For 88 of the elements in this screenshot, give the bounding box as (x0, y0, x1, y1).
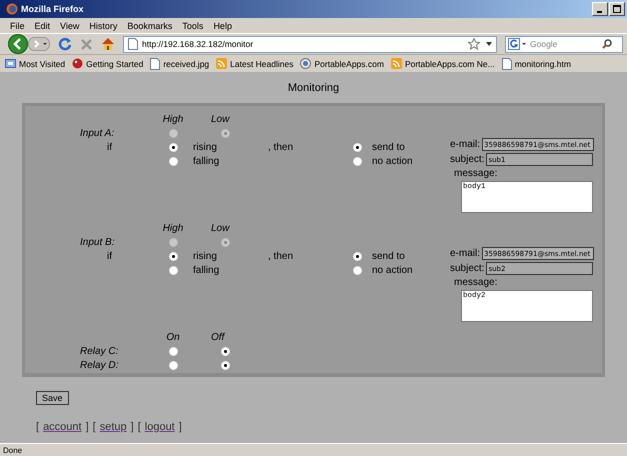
bracket: [ (138, 421, 141, 433)
bookmark-item[interactable]: Latest Headlines (216, 58, 294, 69)
bookmark-item[interactable]: PortableApps.com (300, 58, 384, 69)
radio-button[interactable] (352, 142, 362, 152)
bookmark-icon (72, 58, 84, 69)
option-label: send to (372, 142, 406, 152)
page-icon (128, 38, 138, 50)
bracket: ] (130, 421, 134, 433)
back-button[interactable] (8, 34, 28, 54)
window-title: Mozilla Firefox (21, 4, 85, 14)
bracket: ] (86, 421, 89, 433)
option-label: rising (193, 142, 218, 152)
reload-icon[interactable] (58, 37, 72, 51)
bookmark-item[interactable]: PortableApps.com Ne... (390, 58, 495, 69)
save-button[interactable]: Save (36, 391, 69, 405)
field-label: message: (453, 168, 498, 179)
radio-button[interactable] (168, 142, 178, 152)
column-header: Low (210, 222, 230, 234)
radio-button[interactable] (168, 266, 178, 274)
globe-icon (300, 58, 312, 69)
column-header: High (162, 222, 184, 234)
radio-button[interactable] (221, 346, 230, 356)
nav-link[interactable]: logout (144, 421, 175, 433)
bracket: ] (178, 421, 182, 433)
maximize-icon (613, 5, 621, 13)
option-label: send to (372, 250, 406, 262)
option-label: rising (193, 250, 218, 262)
folder-icon (5, 58, 16, 69)
bookmark-item[interactable]: monitoring.htm (502, 58, 571, 70)
radio-button[interactable] (168, 252, 178, 260)
star-icon[interactable] (468, 38, 480, 50)
firefox-logo-icon (6, 3, 18, 15)
option-label: no action (372, 156, 414, 166)
search-field[interactable]: Google (505, 36, 623, 52)
address-field[interactable]: http://192.168.32.182/monitor (123, 36, 497, 52)
menu-item[interactable]: History (89, 20, 118, 30)
radio-button[interactable] (221, 360, 230, 370)
radio-button[interactable] (352, 252, 362, 260)
input-label: Input A: (79, 128, 116, 138)
bracket: [ (36, 421, 40, 433)
minimize-button[interactable] (592, 2, 608, 16)
search-icon[interactable] (602, 39, 612, 49)
bookmark-item[interactable]: Most Visited (5, 58, 66, 69)
nav-link[interactable]: setup (100, 421, 127, 433)
relay-label: Relay C: (79, 346, 120, 356)
then-label: , then (268, 142, 294, 152)
radio-button[interactable] (168, 156, 178, 166)
page-title: Monitoring (286, 81, 340, 96)
bookmark-item[interactable]: Getting Started (72, 58, 144, 69)
home-icon[interactable] (101, 37, 115, 51)
bracket: [ (92, 421, 96, 433)
field-label: subject: (450, 263, 484, 274)
dropdown-icon[interactable] (486, 42, 492, 46)
then-label: , then (268, 250, 294, 262)
menu-item[interactable]: Bookmarks (127, 20, 172, 30)
field-label: e-mail: (450, 248, 480, 259)
status-bar: Done (0, 443, 627, 456)
column-header: Off (210, 332, 224, 342)
google-icon[interactable] (508, 38, 528, 50)
field-label: e-mail: (450, 139, 480, 150)
option-label: falling (193, 156, 220, 166)
rss-icon (390, 58, 402, 69)
column-header: On (166, 332, 180, 342)
menu-item[interactable]: Edit (34, 20, 50, 30)
if-label: if (107, 142, 112, 152)
field-label: message: (453, 277, 498, 288)
page-icon (502, 58, 512, 70)
radio-button[interactable] (168, 360, 178, 370)
input-label: Input B: (79, 236, 116, 248)
maximize-button[interactable] (609, 2, 625, 16)
field-label: subject: (450, 154, 484, 165)
column-header: Low (210, 114, 230, 124)
radio-button[interactable] (168, 346, 178, 356)
if-label: if (107, 250, 112, 262)
menu-item[interactable]: Tools (182, 20, 204, 30)
option-label: no action (372, 264, 414, 276)
page-icon (150, 58, 160, 70)
radio-button[interactable] (352, 266, 362, 274)
menu-item[interactable]: Help (213, 20, 232, 30)
radio-button[interactable] (352, 156, 362, 166)
bookmark-item[interactable]: received.jpg (150, 58, 210, 70)
relay-label: Relay D: (79, 360, 120, 370)
column-header: High (162, 114, 184, 124)
menu-item[interactable]: View (60, 20, 80, 30)
menu-item[interactable]: File (10, 20, 25, 30)
nav-link[interactable]: account (43, 421, 82, 433)
option-label: falling (193, 264, 220, 276)
rss-icon (216, 58, 228, 69)
